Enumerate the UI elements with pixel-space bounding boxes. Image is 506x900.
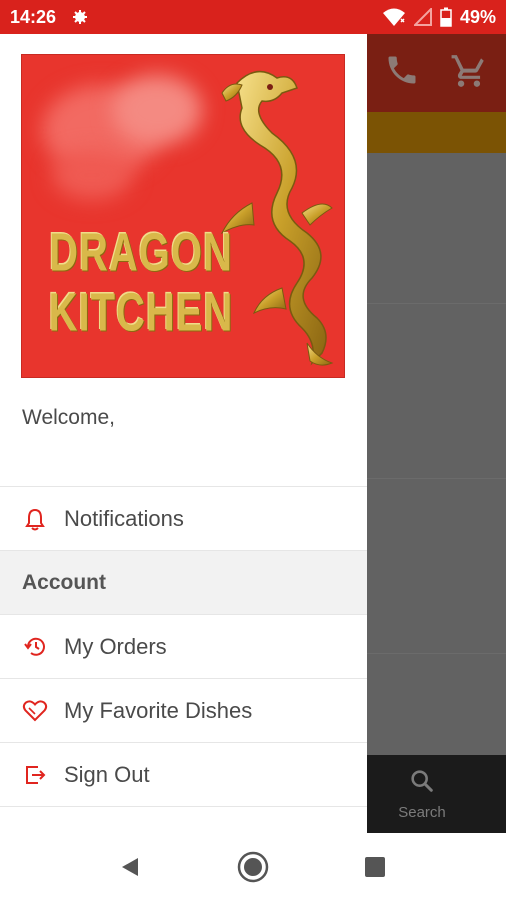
drawer-menu: Notifications Account My Orders My Favor… [0, 486, 367, 807]
menu-item-label: Sign Out [64, 761, 150, 787]
notification-icon [70, 7, 90, 27]
status-time: 14:26 [10, 6, 57, 27]
system-navigation-bar [0, 833, 506, 900]
battery-icon [440, 7, 452, 27]
menu-item-sign-out[interactable]: Sign Out [0, 742, 367, 806]
wifi-icon [382, 7, 406, 27]
status-bar: 14:26 49% [0, 0, 506, 34]
menu-item-label: My Orders [64, 633, 167, 659]
search-icon [408, 767, 436, 800]
cart-icon[interactable] [450, 52, 488, 95]
heart-icon [22, 698, 48, 724]
welcome-text: Welcome, [22, 406, 115, 429]
recents-icon[interactable] [357, 849, 393, 885]
battery-percent: 49% [459, 6, 496, 27]
menu-item-label: My Favorite Dishes [64, 697, 253, 723]
section-header-account: Account [0, 550, 367, 614]
exit-icon [22, 762, 48, 788]
signal-icon [413, 8, 432, 26]
navigation-drawer: DRAGON KITCHEN Welcome, Notifications Ac… [0, 34, 367, 833]
menu-item-my-orders[interactable]: My Orders [0, 614, 367, 678]
menu-item-notifications[interactable]: Notifications [0, 486, 367, 550]
back-icon[interactable] [112, 849, 148, 885]
logo-line-1: DRAGON [49, 223, 233, 283]
phone-icon[interactable] [384, 52, 420, 93]
search-tab-label: Search [398, 804, 446, 821]
home-icon[interactable] [235, 849, 271, 885]
menu-divider [0, 806, 367, 807]
restaurant-logo: DRAGON KITCHEN [21, 54, 345, 378]
history-icon [22, 634, 48, 660]
menu-item-label: Notifications [64, 505, 184, 531]
section-header-label: Account [22, 570, 106, 594]
menu-item-favorite-dishes[interactable]: My Favorite Dishes [0, 678, 367, 742]
bell-icon [22, 506, 48, 532]
search-tab[interactable]: Search [372, 755, 472, 833]
logo-line-2: KITCHEN [48, 283, 234, 343]
